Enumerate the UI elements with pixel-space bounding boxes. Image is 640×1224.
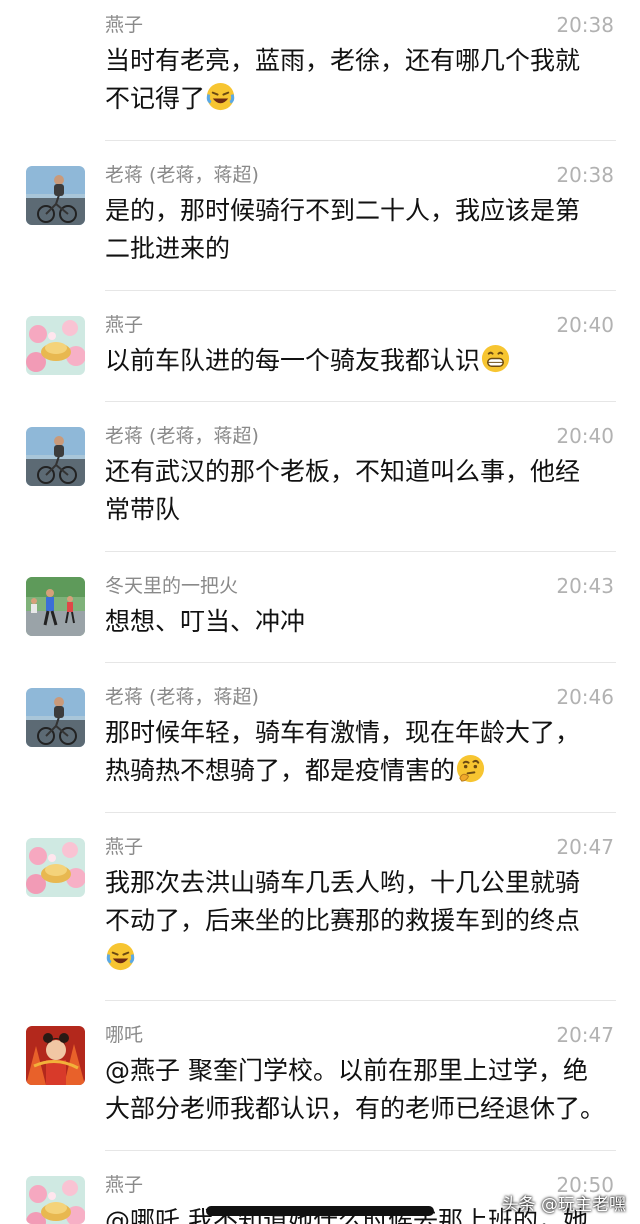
sender-name[interactable]: 老蒋 (老蒋，蒋超) [105,684,259,710]
message-text: 还有武汉的那个老板，不知道叫么事，他经 常带队 [105,457,581,524]
sender-name[interactable]: 燕子 [105,312,143,338]
message-time: 20:40 [556,313,614,337]
sender-name[interactable]: 冬天里的一把火 [105,573,238,599]
message-text: 以前车队进的每一个骑友我都认识 [105,342,615,380]
message-divider [105,551,616,552]
cyclist-avatar[interactable] [26,688,85,747]
message-divider [105,812,616,813]
sender-name[interactable]: 哪吒 [105,1022,143,1048]
sender-name[interactable]: 老蒋 (老蒋，蒋超) [105,423,259,449]
laugh-cry-emoji-icon [106,942,135,971]
message-time: 20:43 [556,574,614,598]
sender-name[interactable]: 燕子 [105,834,143,860]
message-text: 那时候年轻，骑车有激情，现在年龄大了， 热骑热不想骑了，都是疫情害的 [105,718,581,785]
message-divider [105,1000,616,1001]
message-time: 20:38 [556,13,614,37]
message-divider [105,290,616,291]
thinking-emoji-icon [456,754,485,783]
grin-emoji-icon [481,344,510,373]
message-divider [105,401,616,402]
home-indicator[interactable] [206,1206,434,1216]
sender-name[interactable]: 燕子 [105,12,143,38]
cyclist-avatar[interactable] [26,166,85,225]
flowers-avatar[interactable] [26,1176,85,1224]
laugh-cry-emoji-icon [206,82,235,111]
message-time: 20:40 [556,424,614,448]
cyclist-avatar[interactable] [26,427,85,486]
message-divider [105,1150,616,1151]
watermark: 头条 @玩主老嘿 [501,1195,626,1215]
sender-name[interactable]: 燕子 [105,1172,143,1198]
message-text: 是的，那时候骑行不到二十人，我应该是第 二批进来的 [105,196,581,263]
message-text: 我那次去洪山骑车几丢人哟，十几公里就骑 不动了，后来坐的比赛那的救援车到的终点 [105,864,615,978]
sender-name[interactable]: 老蒋 (老蒋，蒋超) [105,162,259,188]
message-time: 20:38 [556,163,614,187]
message-time: 20:46 [556,685,614,709]
message-text: 当时有老亮，蓝雨，老徐，还有哪几个我就 不记得了 [105,46,581,113]
message-time: 20:47 [556,835,614,859]
nezha-avatar[interactable] [26,1026,85,1085]
runners-avatar[interactable] [26,577,85,636]
message-text: @燕子 聚奎门学校。以前在那里上过学，绝 大部分老师我都认识，有的老师已经退休了。 [105,1056,606,1123]
flowers-avatar[interactable] [26,838,85,897]
message-divider [105,140,616,141]
flowers-avatar[interactable] [26,316,85,375]
message-divider [105,662,616,663]
message-text: 想想、叮当、冲冲 [105,607,306,636]
message-time: 20:47 [556,1023,614,1047]
